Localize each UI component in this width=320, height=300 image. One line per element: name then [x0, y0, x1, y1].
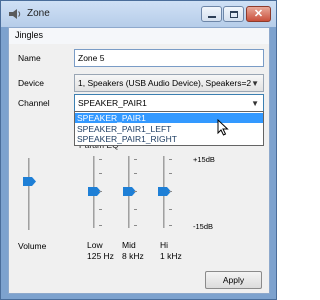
slider-tick [169, 173, 172, 174]
volume-label: Volume [18, 241, 47, 251]
eq-hi-name: Hi [160, 240, 169, 250]
channel-option[interactable]: SPEAKER_PAIR1_RIGHT [75, 134, 263, 144]
eq-mid-label: Mid 8 kHz [122, 240, 144, 262]
menu-item-jingles[interactable]: Jingles [15, 30, 43, 40]
window-client-area: Jingles Name Zone 5 Device 1, Speakers (… [8, 27, 270, 294]
eq-low-label: Low 125 Hz [87, 240, 114, 262]
slider-tick [169, 191, 172, 192]
apply-button[interactable]: Apply [205, 271, 262, 289]
name-field[interactable]: Zone 5 [74, 49, 264, 67]
chevron-down-icon: ▼ [251, 99, 259, 108]
mouse-cursor-icon [217, 119, 229, 136]
eq-hi-freq: 1 kHz [160, 251, 182, 261]
slider-tick [99, 225, 102, 226]
maximize-icon [229, 10, 238, 18]
slider-tick [134, 173, 137, 174]
slider-tick [134, 159, 137, 160]
slider-tick [99, 159, 102, 160]
slider-tick [99, 173, 102, 174]
eq-mid-freq: 8 kHz [122, 251, 144, 261]
minimize-icon [207, 15, 216, 18]
window-title: Zone [27, 8, 50, 19]
slider-tick [99, 209, 102, 210]
slider-tick [169, 225, 172, 226]
volume-slider-thumb[interactable] [23, 177, 36, 186]
slider-tick [134, 209, 137, 210]
channel-dropdown-list: SPEAKER_PAIR1 SPEAKER_PAIR1_LEFT SPEAKER… [74, 111, 264, 146]
slider-tick [99, 191, 102, 192]
eq-low-name: Low [87, 240, 103, 250]
device-select[interactable]: 1, Speakers (USB Audio Device), Speakers… [74, 74, 264, 92]
eq-min-label: -15dB [193, 222, 214, 231]
eq-hi-label: Hi 1 kHz [160, 240, 182, 262]
channel-option[interactable]: SPEAKER_PAIR1_LEFT [75, 124, 263, 134]
close-button[interactable]: ✕ [246, 6, 271, 22]
volume-slider-track[interactable] [28, 158, 30, 230]
title-bar[interactable]: Zone ✕ [1, 1, 276, 27]
channel-option[interactable]: SPEAKER_PAIR1 [75, 113, 263, 123]
channel-label: Channel [18, 98, 50, 108]
speaker-icon [9, 9, 21, 19]
name-label: Name [18, 53, 41, 63]
channel-select[interactable]: SPEAKER_PAIR1 ▼ [74, 94, 264, 112]
maximize-button[interactable] [223, 6, 244, 22]
eq-low-freq: 125 Hz [87, 251, 114, 261]
slider-tick [134, 191, 137, 192]
menu-bar: Jingles [9, 28, 269, 44]
channel-value: SPEAKER_PAIR1 [78, 98, 147, 108]
slider-tick [169, 209, 172, 210]
chevron-down-icon: ▼ [251, 79, 259, 88]
slider-tick [134, 225, 137, 226]
close-icon: ✕ [253, 7, 264, 20]
minimize-button[interactable] [201, 6, 222, 22]
device-label: Device [18, 78, 44, 88]
zone-window: Zone ✕ Jingles Name Zone 5 Device 1, Spe… [0, 0, 277, 300]
eq-mid-name: Mid [122, 240, 136, 250]
eq-max-label: +15dB [193, 155, 215, 164]
device-value: 1, Speakers (USB Audio Device), Speakers… [78, 78, 252, 88]
slider-tick [169, 159, 172, 160]
